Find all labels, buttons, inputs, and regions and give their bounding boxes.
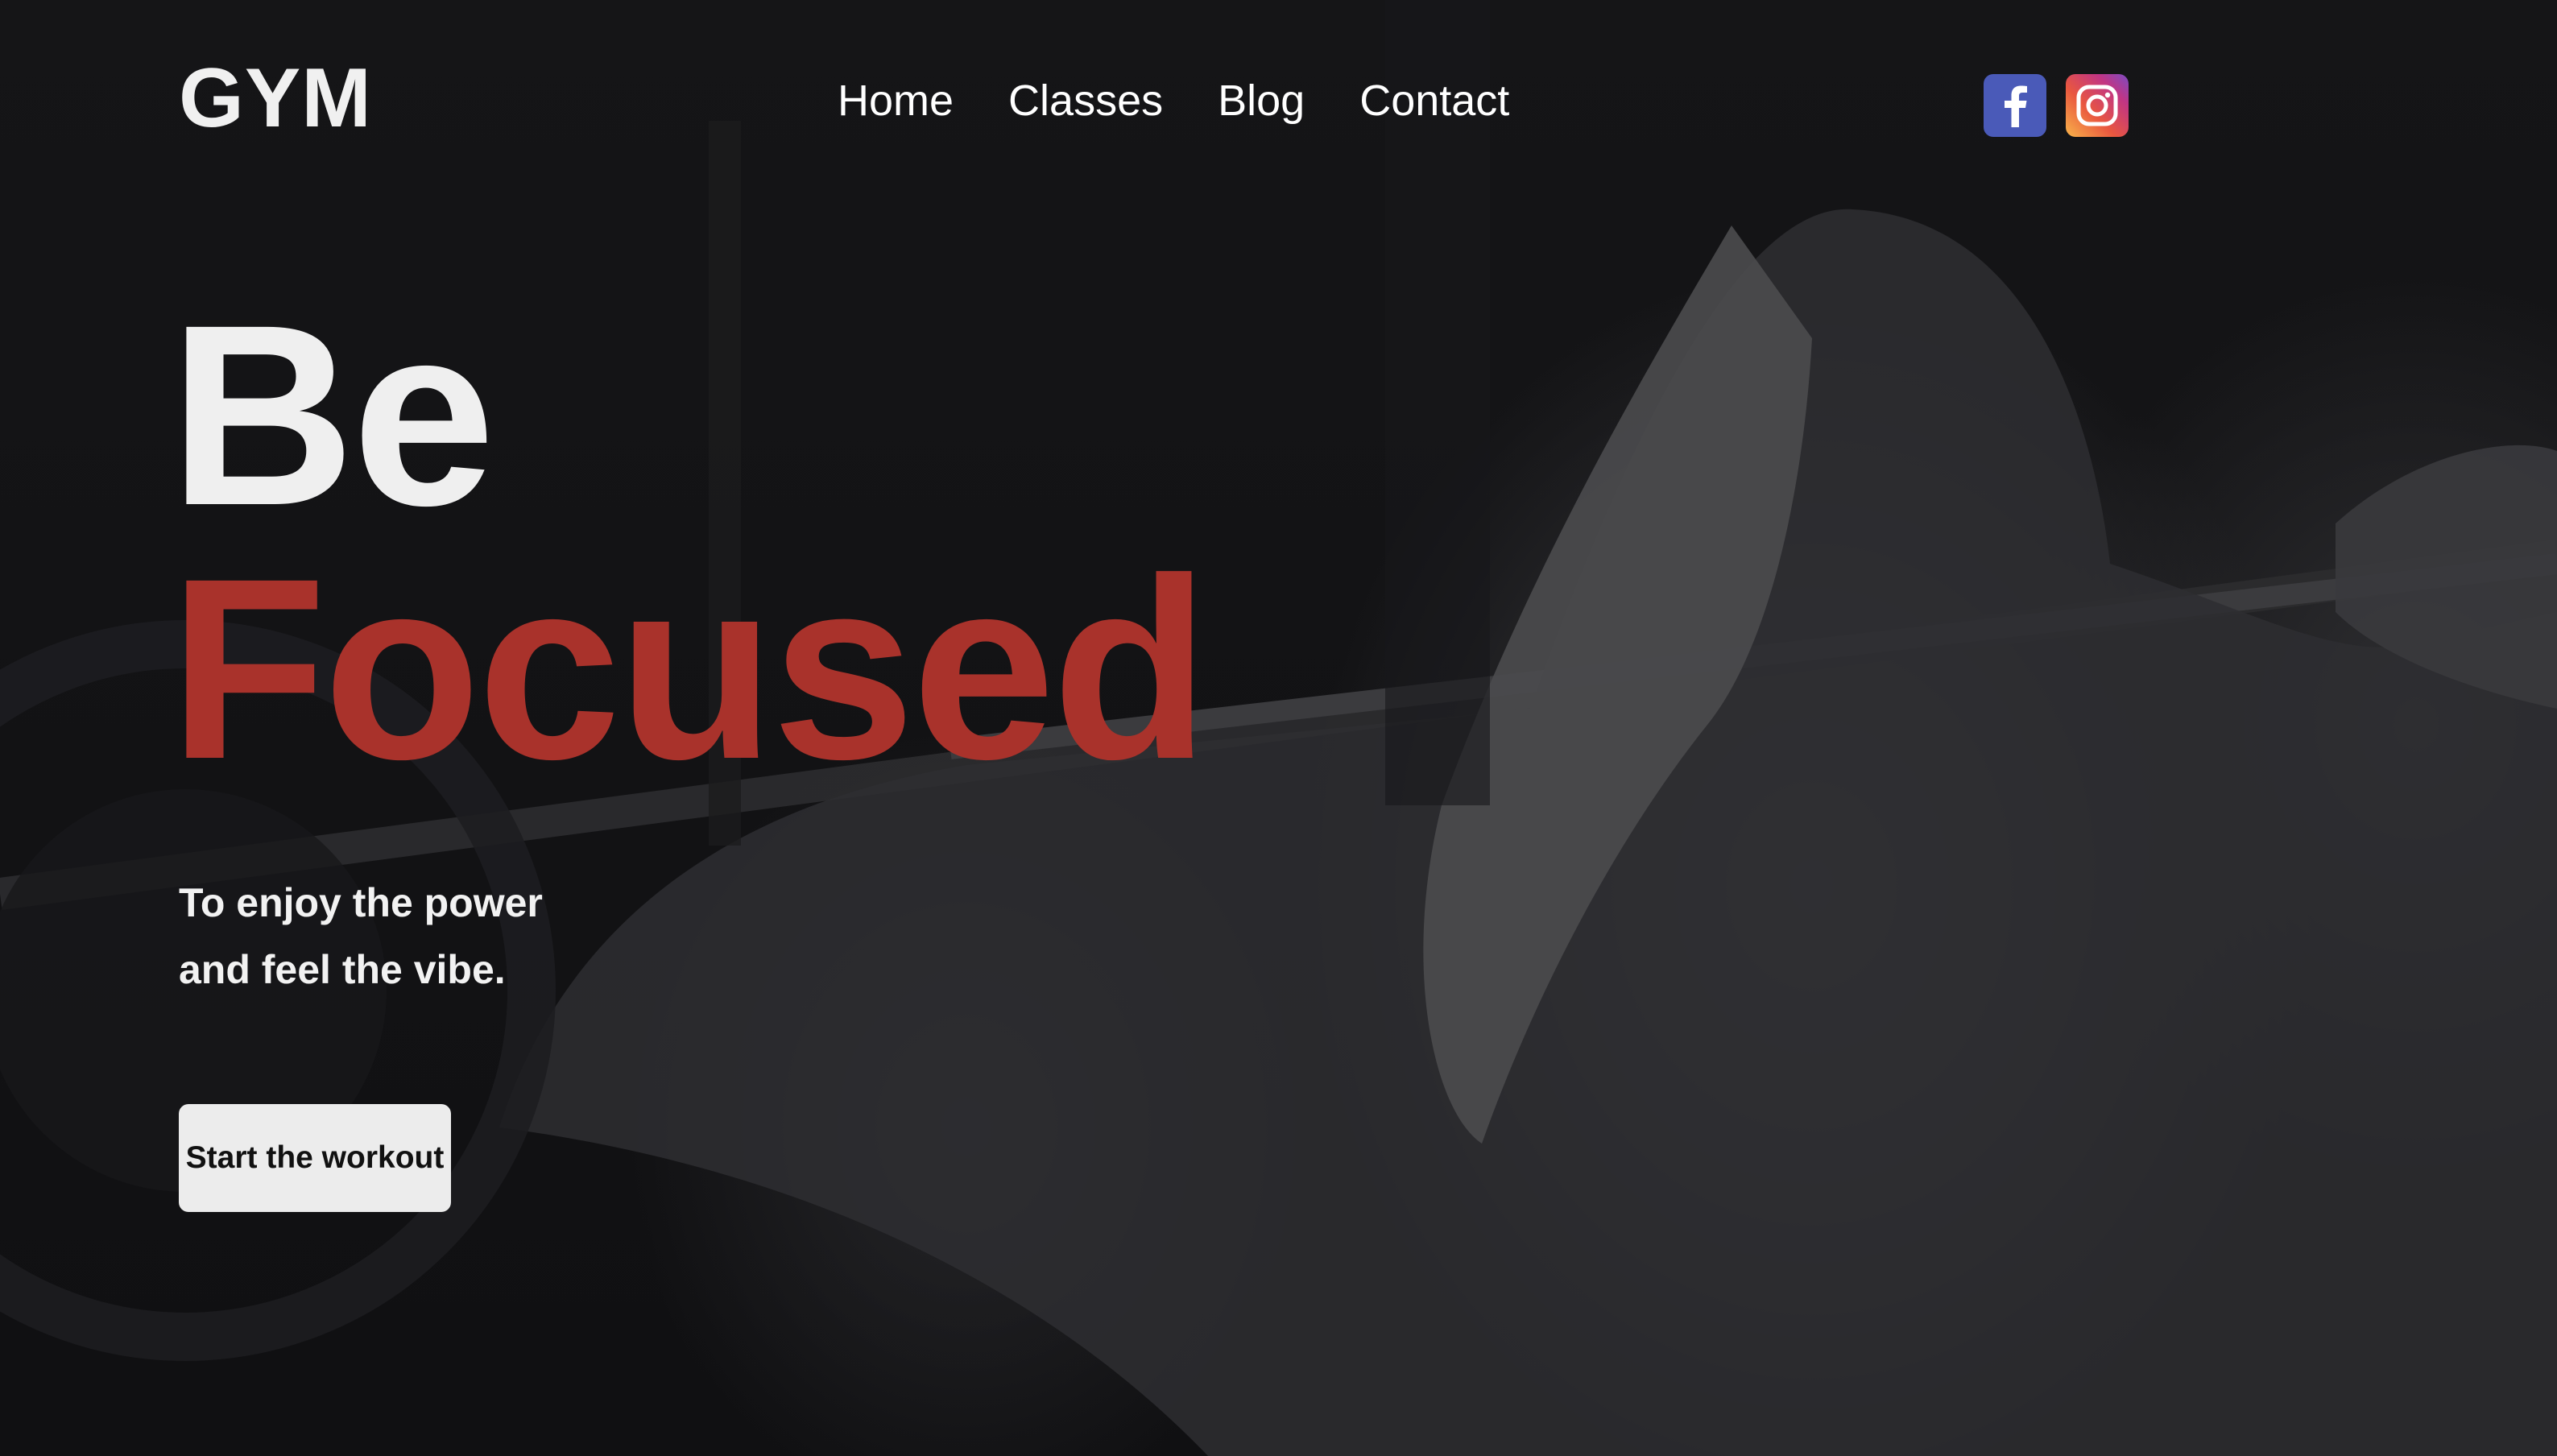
nav-link-home[interactable]: Home (838, 79, 954, 122)
main-nav: Home Classes Blog Contact (838, 79, 1509, 122)
hero-headline-line2: Focused (169, 524, 1210, 813)
site-logo[interactable]: GYM (179, 56, 372, 140)
tagline-line2: and feel the vibe. (179, 947, 506, 992)
nav-link-contact[interactable]: Contact (1359, 79, 1509, 122)
hero-tagline: To enjoy the power and feel the vibe. (179, 870, 543, 1003)
instagram-icon[interactable] (2066, 74, 2129, 137)
start-workout-button[interactable]: Start the workout (179, 1104, 451, 1212)
facebook-icon[interactable] (1984, 74, 2046, 137)
hero-headline-line1: Be (169, 271, 495, 559)
social-links (1984, 74, 2129, 137)
nav-link-classes[interactable]: Classes (1008, 79, 1163, 122)
tagline-line1: To enjoy the power (179, 880, 543, 925)
landing-page: GYM Home Classes Blog Contact Be Focused… (0, 0, 2557, 1456)
nav-link-blog[interactable]: Blog (1218, 79, 1305, 122)
